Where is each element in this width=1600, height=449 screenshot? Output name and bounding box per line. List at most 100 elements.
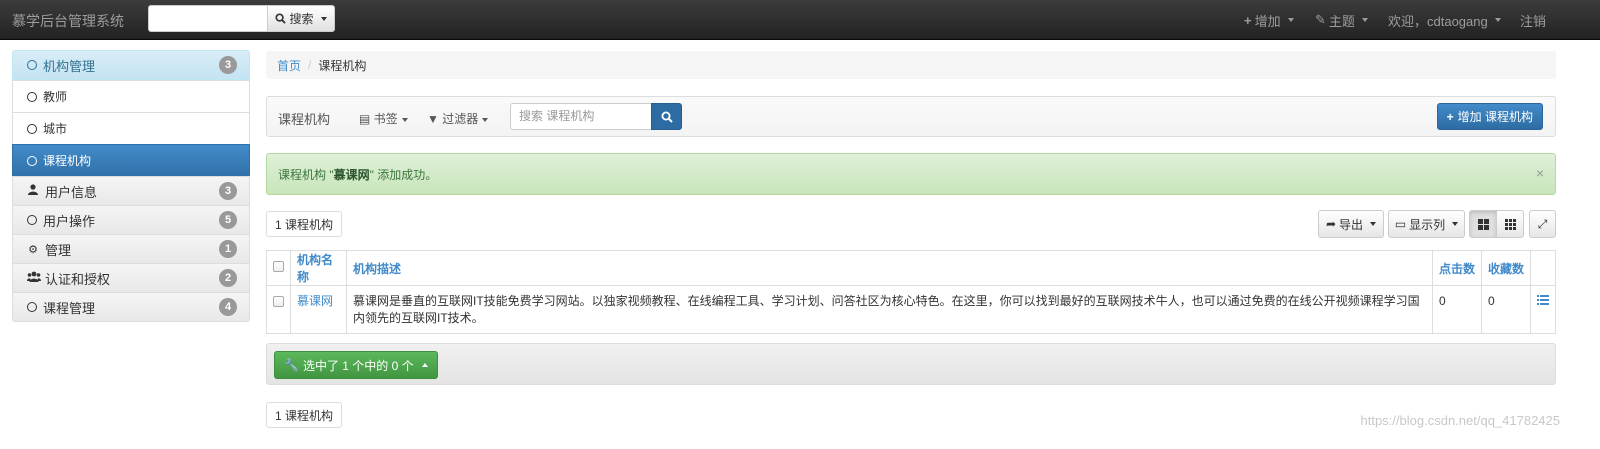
breadcrumb: 首页 / 课程机构 [266,51,1556,79]
chevron-down-icon [401,117,408,122]
bulk-actions-button[interactable]: 🔧 选中了 1 个中的 0 个 [274,351,438,379]
breadcrumb-separator: / [308,58,312,72]
circle-icon [27,215,37,225]
sidebar-item-user-info[interactable]: 用户信息 3 [12,176,250,206]
chevron-down-icon [1361,18,1368,22]
pencil-icon: ✎ [1315,12,1326,27]
list-search-input[interactable]: 搜索 课程机构 [510,103,652,130]
gear-icon: ⚙ [28,243,38,256]
columns-label: 显示列 [1409,217,1446,232]
search-button-label: 搜索 [289,12,314,26]
top-navbar: 慕学后台管理系统 搜索 + 增加 ✎ 主题 欢迎，cdtaogang 注销 [0,0,1600,40]
bookmarks-menu[interactable]: ▤ 书签 [359,110,408,127]
cell-favorites: 0 [1481,285,1531,334]
sidebar-item-label: 管理 [45,242,72,258]
circle-icon [27,302,37,312]
cell-name: 慕课网 [290,285,347,334]
filters-menu[interactable]: ▼ 过滤器 [427,110,489,127]
count-badge: 5 [219,211,237,229]
results-table: 机构名称 机构描述 点击数 收藏数 慕课网 慕课网是垂直的互联网IT技能免费学习… [266,250,1556,334]
plus-icon: + [1244,12,1252,28]
column-header-description[interactable]: 机构描述 [346,250,1433,286]
small-grid-icon [1504,218,1516,230]
sidebar: 机构管理 3 教师 城市 课程机构 用户信息 3 用户操作 5 ⚙ 管理 1 认… [12,50,250,322]
circle-icon [27,155,37,166]
export-button[interactable]: ➦ 导出 [1318,210,1384,238]
sidebar-item-label: 用户操作 [43,213,96,229]
circle-icon [27,60,37,70]
users-group-icon [27,271,41,285]
cell-clicks: 0 [1432,285,1482,334]
columns-icon: ▭ [1394,217,1407,231]
sidebar-item-admin[interactable]: ⚙ 管理 1 [12,234,250,264]
chevron-down-icon [1452,222,1459,226]
filter-icon: ▼ [427,112,439,126]
row-select-cell [266,285,291,334]
chevron-down-icon [482,117,489,122]
alert-prefix: 课程机构 " [278,167,334,182]
list-icon[interactable] [1537,295,1549,305]
chevron-down-icon [1370,222,1377,226]
alert-object-name[interactable]: 慕课网 [334,166,370,183]
sidebar-item-user-operations[interactable]: 用户操作 5 [12,205,250,235]
app-brand[interactable]: 慕学后台管理系统 [12,11,124,31]
bulk-actions-label: 选中了 1 个中的 0 个 [302,358,414,373]
circle-icon [27,91,37,102]
fullscreen-button[interactable]: ⤢ [1529,210,1556,238]
export-label: 导出 [1339,217,1364,232]
row-name-link[interactable]: 慕课网 [297,294,333,308]
row-checkbox[interactable] [273,296,284,307]
theme-menu[interactable]: ✎ 主题 [1315,0,1368,40]
count-badge: 3 [219,56,237,74]
result-count: 1 课程机构 [266,211,343,237]
sidebar-item-course-management[interactable]: 课程管理 4 [12,292,250,322]
sidebar-item-auth[interactable]: 认证和授权 2 [12,263,250,293]
table-row: 慕课网 慕课网是垂直的互联网IT技能免费学习网站。以独家视频教程、在线编程工具、… [266,285,1556,334]
large-grid-icon [1477,218,1489,230]
sidebar-item-cities[interactable]: 城市 [12,112,250,145]
add-course-org-button[interactable]: + 增加 课程机构 [1436,103,1543,130]
add-menu-label: 增加 [1254,13,1281,29]
columns-button[interactable]: ▭ 显示列 [1388,210,1465,238]
column-header-favorites[interactable]: 收藏数 [1481,250,1531,286]
logout-link[interactable]: 注销 [1520,0,1546,40]
filters-label: 过滤器 [442,112,479,126]
column-header-clicks[interactable]: 点击数 [1432,250,1482,286]
user-icon [27,184,39,198]
add-menu[interactable]: + 增加 [1244,0,1294,40]
chevron-down-icon [1287,18,1294,22]
global-search-input[interactable] [148,5,268,32]
count-badge: 1 [219,240,237,258]
count-badge: 3 [219,182,237,200]
select-all-cell [266,250,291,286]
user-menu[interactable]: 欢迎，cdtaogang [1388,0,1501,40]
circle-icon [27,123,37,134]
watermark: https://blog.csdn.net/qq_41782425 [1360,413,1561,428]
table-header-row: 机构名称 机构描述 点击数 收藏数 [266,250,1556,286]
book-icon: ▤ [359,112,371,126]
sidebar-item-org-management[interactable]: 机构管理 3 [12,50,250,80]
logout-label: 注销 [1520,13,1547,29]
chevron-down-icon [1494,18,1501,22]
list-search-button[interactable] [651,103,682,130]
cell-actions [1530,285,1556,334]
select-all-checkbox[interactable] [273,261,284,272]
sidebar-item-label: 城市 [43,122,68,136]
page-title: 课程机构 [278,112,331,127]
search-icon [275,13,287,24]
column-header-name[interactable]: 机构名称 [290,250,347,286]
bulk-action-bar: 🔧 选中了 1 个中的 0 个 [266,343,1556,385]
sidebar-item-course-orgs[interactable]: 课程机构 [12,144,250,177]
chevron-down-icon [320,16,327,21]
chevron-up-icon [421,363,428,367]
global-search-button[interactable]: 搜索 [267,5,335,32]
sidebar-item-teachers[interactable]: 教师 [12,80,250,113]
bookmarks-label: 书签 [373,112,398,126]
share-icon: ➦ [1325,217,1337,231]
search-icon [661,111,673,123]
breadcrumb-home-link[interactable]: 首页 [277,57,301,74]
close-icon[interactable]: × [1536,165,1544,181]
count-badge: 2 [219,269,237,287]
grid-view-toggle[interactable] [1496,210,1524,238]
list-view-toggle[interactable] [1469,210,1497,238]
